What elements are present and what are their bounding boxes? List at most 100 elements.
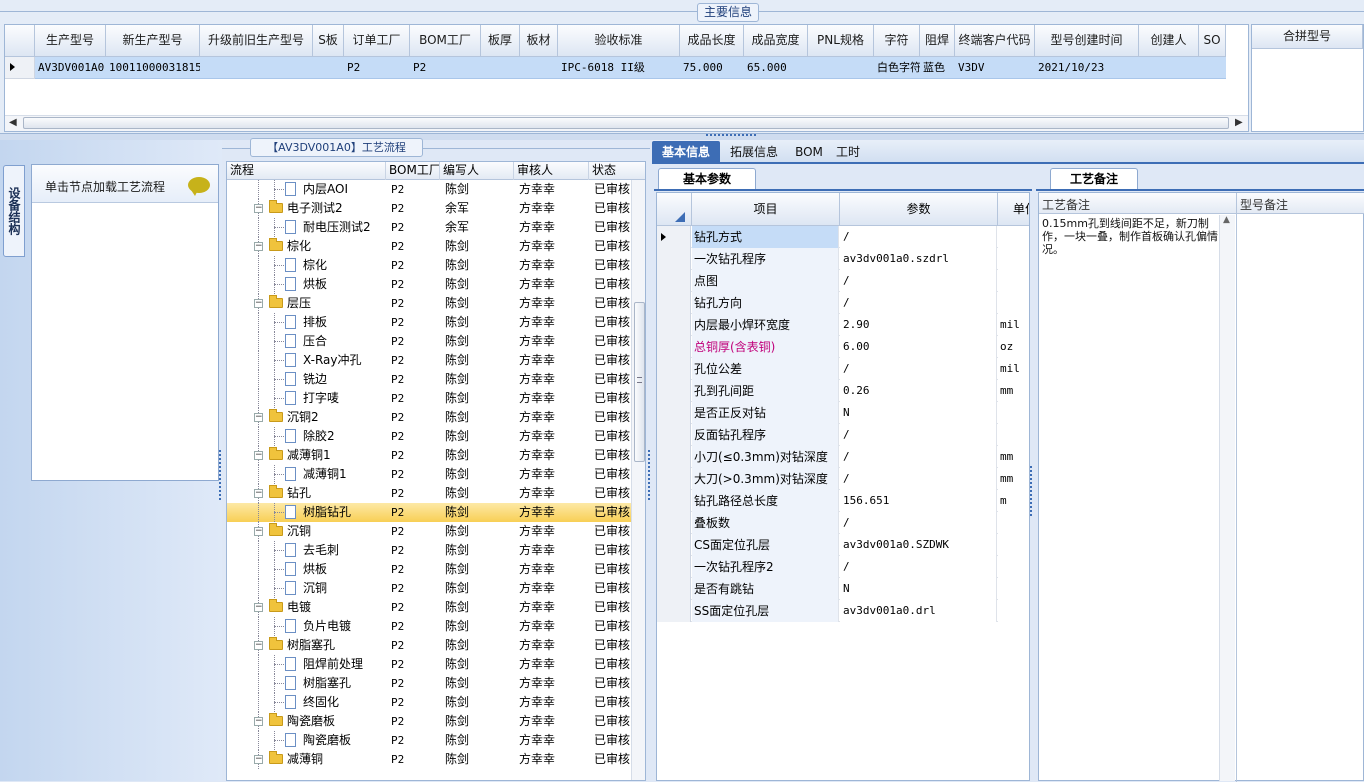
main-col-header[interactable]: 阻焊 [920,25,955,57]
main-cell[interactable] [481,57,520,79]
flow-collapse-handle[interactable] [648,450,650,500]
tab-basic[interactable]: 基本信息 [652,141,720,163]
tree-node-item[interactable]: 除胶2 P2 陈剑 方幸幸 已审核 [227,427,632,446]
tab-hours[interactable]: 工时 [830,141,866,163]
param-row[interactable]: 钻孔方式 / [657,226,1029,248]
main-col-header[interactable]: 生产型号 [35,25,106,57]
params-col-item[interactable]: 项目 [692,193,839,226]
params-collapse-handle[interactable] [1030,466,1032,516]
expand-toggle-icon[interactable]: − [254,413,263,422]
tree-node-item[interactable]: 树脂钻孔 P2 陈剑 方幸幸 已审核 [227,503,632,522]
tree-node-folder[interactable]: − 钻孔 P2 陈剑 方幸幸 已审核 [227,484,632,503]
main-cell[interactable]: P2 [344,57,410,79]
param-value[interactable]: av3dv001a0.szdrl [840,248,997,270]
scroll-right-icon[interactable]: ▶ [1235,117,1243,128]
main-col-header[interactable]: 板厚 [481,25,520,57]
main-cell[interactable] [200,57,313,79]
tree-node-folder[interactable]: − 陶瓷磨板 P2 陈剑 方幸幸 已审核 [227,712,632,731]
tree-node-item[interactable]: 终固化 P2 陈剑 方幸幸 已审核 [227,693,632,712]
main-cell[interactable]: V3DV [955,57,1035,79]
scroll-thumb[interactable] [23,117,1229,129]
main-cell[interactable]: IPC-6018 II级 [558,57,680,79]
expand-toggle-icon[interactable]: − [254,641,263,650]
tab-extended[interactable]: 拓展信息 [722,141,786,163]
main-col-header[interactable]: 板材 [520,25,558,57]
expand-toggle-icon[interactable]: − [254,717,263,726]
tree-node-item[interactable]: 减薄铜1 P2 陈剑 方幸幸 已审核 [227,465,632,484]
tree-node-folder[interactable]: − 减薄铜 P2 陈剑 方幸幸 已审核 [227,750,632,769]
params-col-param[interactable]: 参数 [840,193,997,226]
expand-toggle-icon[interactable]: − [254,603,263,612]
flow-col-header[interactable]: 状态 [591,162,645,180]
param-row[interactable]: CS面定位孔层 av3dv001a0.SZDWK [657,534,1029,556]
tree-node-item[interactable]: 压合 P2 陈剑 方幸幸 已审核 [227,332,632,351]
param-value[interactable]: / [840,446,997,468]
tree-node-folder[interactable]: − 棕化 P2 陈剑 方幸幸 已审核 [227,237,632,256]
param-row[interactable]: 一次钻孔程序 av3dv001a0.szdrl [657,248,1029,270]
tree-node-item[interactable]: 排板 P2 陈剑 方幸幸 已审核 [227,313,632,332]
main-cell[interactable]: AV3DV001A0 [35,57,106,79]
param-value[interactable]: / [840,468,997,490]
main-col-header[interactable]: 字符 [874,25,920,57]
tree-node-item[interactable]: 阻焊前处理 P2 陈剑 方幸幸 已审核 [227,655,632,674]
param-row[interactable]: 是否有跳钻 N [657,578,1029,600]
expand-toggle-icon[interactable]: − [254,489,263,498]
param-row[interactable]: 是否正反对钻 N [657,402,1029,424]
param-row[interactable]: 钻孔方向 / [657,292,1029,314]
tree-node-folder[interactable]: − 沉铜2 P2 陈剑 方幸幸 已审核 [227,408,632,427]
expand-toggle-icon[interactable]: − [254,299,263,308]
tree-node-item[interactable]: 烘板 P2 陈剑 方幸幸 已审核 [227,560,632,579]
side-tab-equipment[interactable]: 设备结构 [3,165,25,257]
tree-node-folder[interactable]: − 树脂塞孔 P2 陈剑 方幸幸 已审核 [227,636,632,655]
main-col-header[interactable]: PNL规格 [808,25,874,57]
main-info-row[interactable]: AV3DV001A0 10011000031815 P2 P2 IPC-6018 II级… [5,57,1226,79]
flow-col-header[interactable]: BOM工厂 [388,162,440,180]
main-cell[interactable] [1139,57,1199,79]
main-col-header[interactable]: 成品宽度 [744,25,808,57]
expand-toggle-icon[interactable]: − [254,242,263,251]
expand-toggle-icon[interactable]: − [254,204,263,213]
param-row[interactable]: 一次钻孔程序2/ [657,556,1029,578]
main-cell[interactable]: 65.000 [744,57,808,79]
tree-node-item[interactable]: 负片电镀 P2 陈剑 方幸幸 已审核 [227,617,632,636]
params-col-unit[interactable]: 单位 [1013,193,1029,226]
flow-col-header[interactable]: 流程 [229,162,386,180]
main-col-header[interactable]: 验收标准 [558,25,680,57]
main-cell[interactable]: 10011000031815 [106,57,200,79]
basic-subtab[interactable]: 基本参数 [658,168,756,190]
param-value[interactable]: av3dv001a0.SZDWK [840,534,997,556]
param-value[interactable]: / [840,292,997,314]
param-value[interactable]: / [840,270,997,292]
tree-node-item[interactable]: 打字唛 P2 陈剑 方幸幸 已审核 [227,389,632,408]
param-value[interactable]: / [840,358,997,380]
remark-vscrollbar[interactable]: ▲ [1219,215,1235,781]
param-row[interactable]: 点图 / [657,270,1029,292]
main-col-header[interactable]: 终端客户代码 [955,25,1035,57]
remark-scroll-up-icon[interactable]: ▲ [1223,215,1230,225]
main-cell[interactable]: 蓝色 [920,57,955,79]
tree-node-item[interactable]: 去毛刺 P2 陈剑 方幸幸 已审核 [227,541,632,560]
main-hscrollbar[interactable]: ◀ ▶ [5,115,1248,131]
tree-node-folder[interactable]: − 减薄铜1 P2 陈剑 方幸幸 已审核 [227,446,632,465]
param-value[interactable]: / [840,512,997,534]
param-value[interactable]: 6.00 [840,336,997,358]
param-value[interactable]: N [840,578,997,600]
param-value[interactable]: / [840,556,997,578]
main-cell[interactable]: P2 [410,57,481,79]
main-cell[interactable]: 75.000 [680,57,744,79]
scroll-left-icon[interactable]: ◀ [9,117,17,128]
param-row[interactable]: 叠板数 / [657,512,1029,534]
main-col-header[interactable]: 新生产型号 [106,25,200,57]
main-cell[interactable] [520,57,558,79]
flow-col-header[interactable]: 审核人 [516,162,589,180]
param-value[interactable]: 156.651 [840,490,997,512]
main-cell[interactable] [808,57,874,79]
process-remark-text[interactable]: 0.15mm孔到线间距不足，新刀制作，一块一叠，制作首板确认孔偏情况。 [1042,217,1218,256]
param-row[interactable]: 小刀(≤0.3mm)对钻深度 / mm [657,446,1029,468]
param-value[interactable]: 0.26 [840,380,997,402]
param-value[interactable]: N [840,402,997,424]
tree-node-item[interactable]: 内层AOI P2 陈剑 方幸幸 已审核 [227,180,632,199]
remark-tab[interactable]: 工艺备注 [1050,168,1138,190]
param-row[interactable]: 孔到孔间距 0.26 mm [657,380,1029,402]
param-value[interactable]: / [840,424,997,446]
